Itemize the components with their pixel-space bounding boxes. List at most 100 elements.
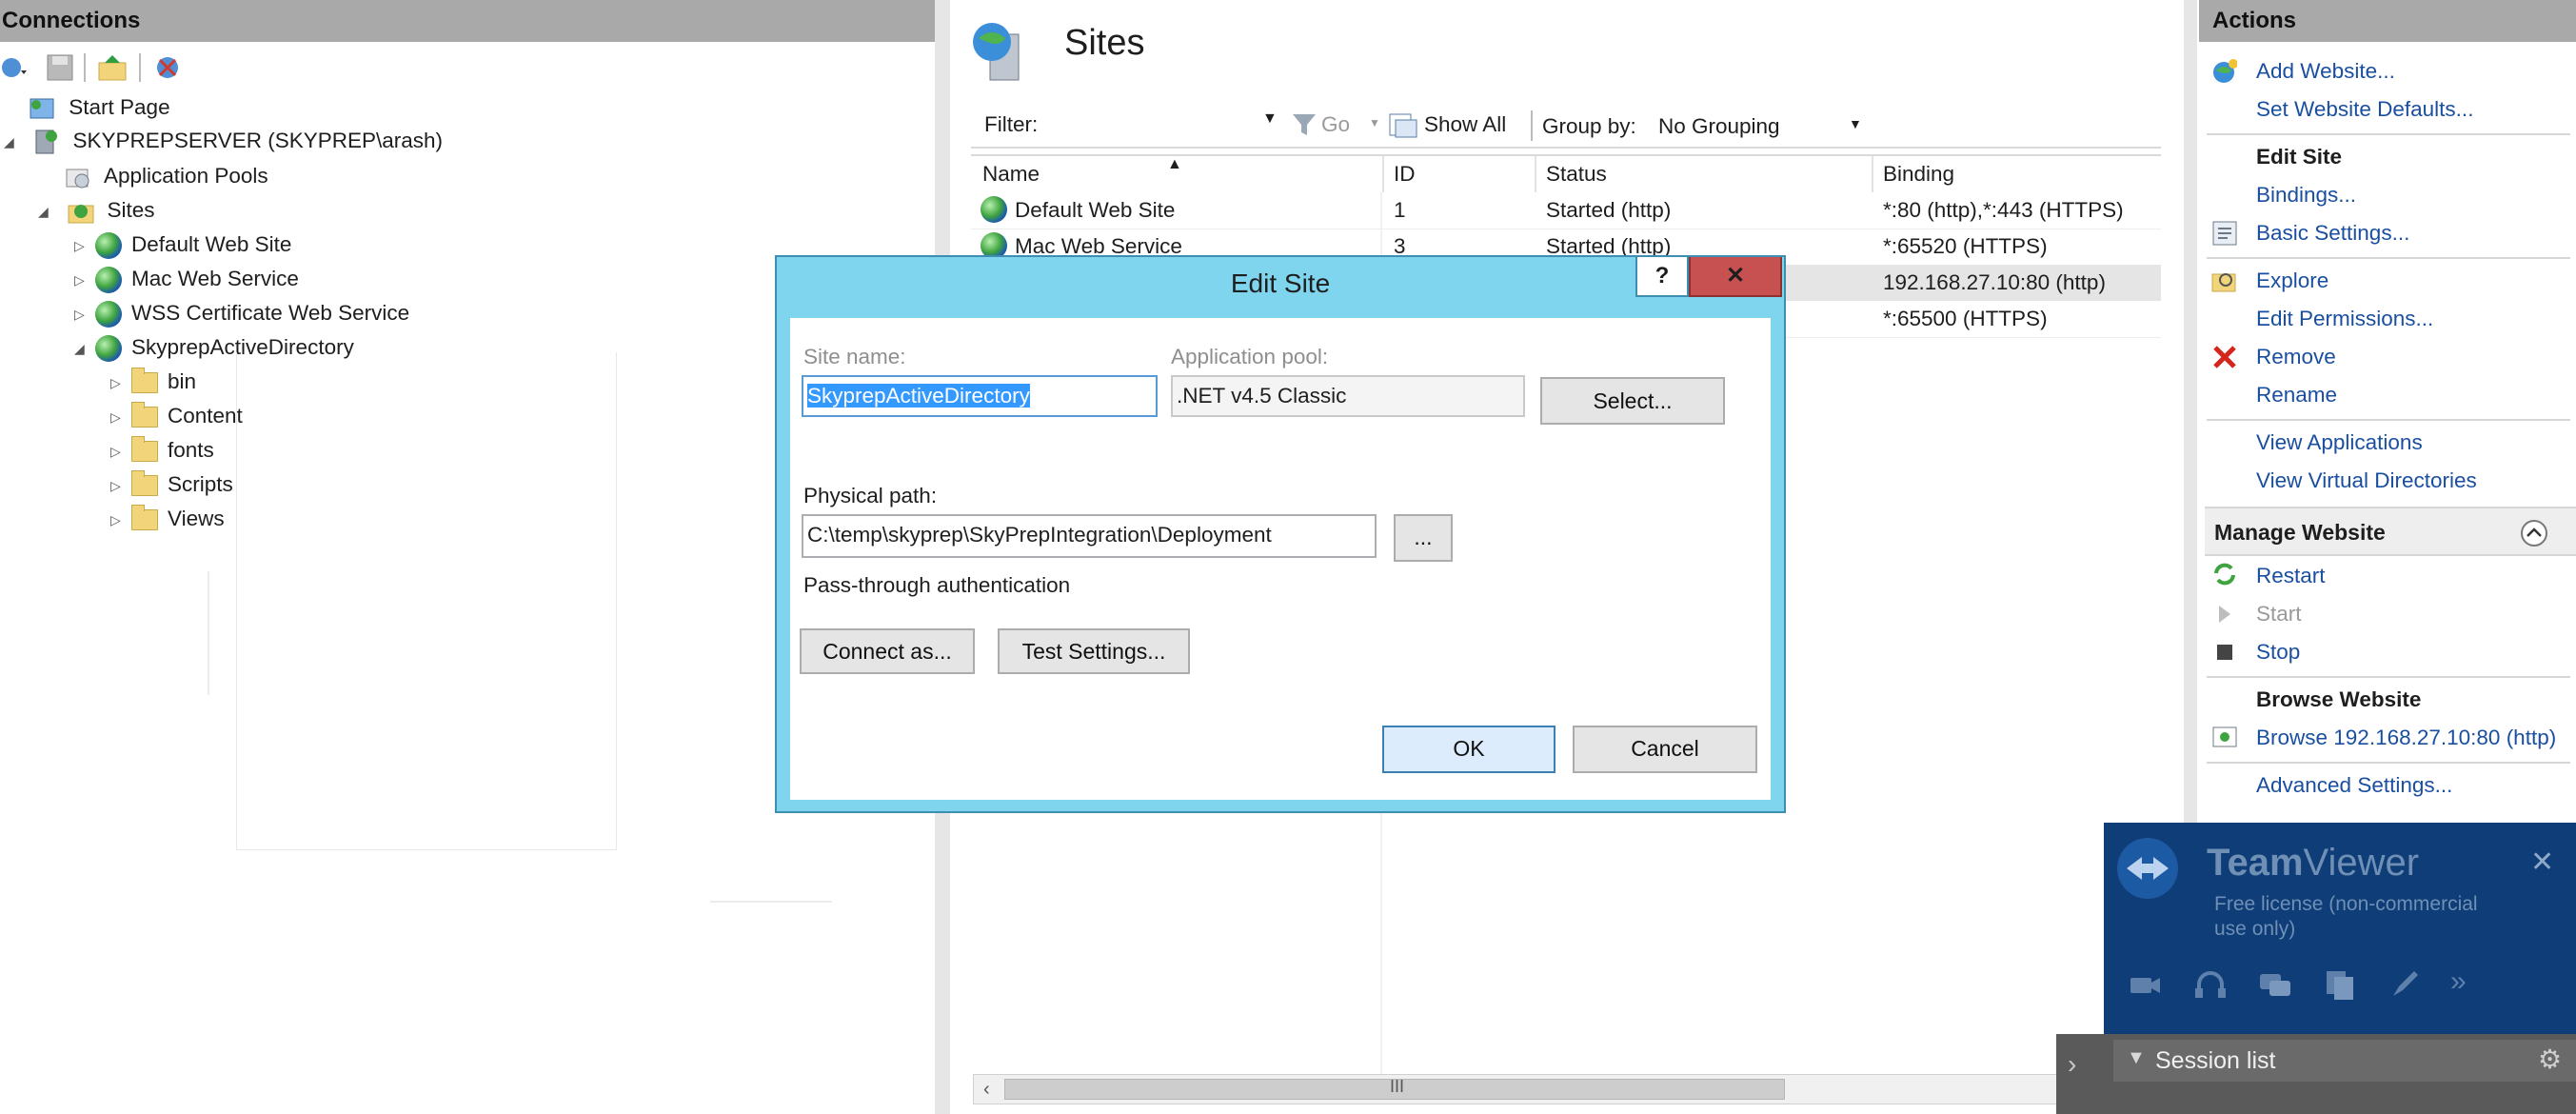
artifact-frame: [236, 352, 617, 850]
expand-arrow-icon[interactable]: ▷: [110, 367, 124, 399]
tree-site-label: Mac Web Service: [131, 267, 299, 290]
action-basic-settings[interactable]: Basic Settings...: [2256, 217, 2409, 249]
session-settings-icon[interactable]: ⚙: [2538, 1044, 2562, 1075]
up-level-icon[interactable]: [97, 53, 128, 82]
manage-website-header[interactable]: Manage Website: [2205, 507, 2576, 556]
disconnect-icon[interactable]: [152, 53, 183, 82]
browse-path-button[interactable]: ...: [1394, 514, 1453, 562]
audio-icon[interactable]: [2193, 969, 2228, 1002]
row-binding: *:65500 (HTTPS): [1883, 307, 2048, 330]
dialog-help-label: ?: [1655, 263, 1670, 288]
folder-icon: [131, 470, 158, 497]
tree-site-mac[interactable]: ▷ Mac Web Service: [74, 263, 299, 295]
go-label[interactable]: Go: [1321, 112, 1350, 137]
tree-site-default[interactable]: ▷ Default Web Site: [74, 229, 291, 261]
tree-server[interactable]: ◢ SKYPREPSERVER (SKYPREP\arash): [4, 125, 443, 157]
select-app-pool-button[interactable]: Select...: [1540, 377, 1725, 425]
action-explore[interactable]: Explore: [2256, 265, 2328, 297]
ok-button[interactable]: OK: [1382, 726, 1556, 773]
action-restart[interactable]: Restart: [2256, 560, 2326, 592]
test-settings-button[interactable]: Test Settings...: [998, 628, 1190, 674]
expand-session-icon[interactable]: ›: [2068, 1049, 2076, 1080]
globe-icon: [95, 335, 122, 363]
action-bindings[interactable]: Bindings...: [2256, 179, 2356, 211]
go-dropdown-arrow-icon[interactable]: ▼: [1369, 116, 1380, 129]
col-header-binding[interactable]: Binding: [1883, 162, 1954, 187]
go-filter-icon[interactable]: [1291, 112, 1318, 137]
action-add-website[interactable]: Add Website...: [2256, 55, 2395, 88]
tree-folder-bin[interactable]: ▷ bin: [110, 366, 196, 398]
collapse-arrow-icon[interactable]: ◢: [38, 195, 51, 228]
artifact-line: [710, 901, 832, 903]
action-view-applications[interactable]: View Applications: [2256, 427, 2423, 459]
tree-site-wss[interactable]: ▷ WSS Certificate Web Service: [74, 297, 409, 329]
dialog-close-button[interactable]: ✕: [1689, 257, 1782, 297]
browse-website-heading: Browse Website: [2256, 687, 2422, 711]
connect-as-button[interactable]: Connect as...: [800, 628, 975, 674]
expand-arrow-icon[interactable]: ▷: [74, 229, 88, 262]
action-set-defaults[interactable]: Set Website Defaults...: [2256, 93, 2473, 126]
session-collapse-arrow-icon[interactable]: ▼: [2127, 1047, 2146, 1069]
more-icon[interactable]: »: [2450, 965, 2467, 998]
tree-folder-content[interactable]: ▷ Content: [110, 400, 243, 432]
save-icon[interactable]: [46, 53, 74, 82]
tree-folder-fonts[interactable]: ▷ fonts: [110, 434, 214, 467]
expand-arrow-icon[interactable]: ▷: [74, 264, 88, 296]
session-list-bar[interactable]: › ▼ Session list ⚙: [2056, 1034, 2576, 1114]
tree-start-page[interactable]: Start Page: [27, 91, 170, 124]
col-header-status[interactable]: Status: [1546, 162, 1607, 187]
files-icon[interactable]: [2323, 969, 2357, 1002]
expand-arrow-icon[interactable]: ▷: [110, 435, 124, 467]
show-all-icon[interactable]: [1388, 110, 1418, 139]
physical-path-field[interactable]: C:\temp\skyprep\SkyPrepIntegration\Deplo…: [802, 514, 1377, 558]
col-header-id[interactable]: ID: [1394, 162, 1416, 187]
tree-app-pools[interactable]: Application Pools: [63, 160, 268, 192]
chat-icon[interactable]: [2258, 971, 2292, 1000]
teamviewer-close-button[interactable]: ✕: [2530, 845, 2554, 879]
tree-folder-label: bin: [168, 369, 197, 393]
expand-arrow-icon[interactable]: ▷: [110, 401, 124, 433]
expand-arrow-icon[interactable]: ▷: [110, 504, 124, 536]
teamviewer-logo-icon: [2117, 838, 2178, 899]
group-by-select[interactable]: No Grouping: [1658, 114, 1780, 139]
action-stop[interactable]: Stop: [2256, 636, 2300, 668]
globe-icon: [95, 232, 122, 260]
expand-arrow-icon[interactable]: ▷: [74, 298, 88, 330]
row-binding: *:80 (http),*:443 (HTTPS): [1883, 198, 2124, 222]
action-view-virtual-dirs[interactable]: View Virtual Directories: [2256, 465, 2477, 497]
dialog-help-button[interactable]: ?: [1635, 257, 1689, 297]
table-row[interactable]: Default Web Site 1 Started (http) *:80 (…: [971, 192, 2161, 229]
globe-icon: [95, 267, 122, 294]
collapse-arrow-icon[interactable]: ◢: [4, 126, 17, 158]
col-header-name[interactable]: Name: [982, 162, 1040, 187]
action-edit-permissions[interactable]: Edit Permissions...: [2256, 303, 2433, 335]
action-advanced-settings[interactable]: Advanced Settings...: [2256, 769, 2452, 802]
show-all-label[interactable]: Show All: [1424, 112, 1506, 137]
connect-icon[interactable]: [0, 53, 32, 82]
tree-folder-views[interactable]: ▷ Views: [110, 503, 225, 535]
filter-dropdown-arrow-icon[interactable]: ▼: [1262, 110, 1278, 128]
cancel-button[interactable]: Cancel: [1573, 726, 1757, 773]
tree-sites[interactable]: ◢ Sites: [38, 194, 155, 227]
edit-site-heading: Edit Site: [2256, 145, 2343, 169]
scrollbar-thumb[interactable]: III: [1004, 1077, 1785, 1100]
sites-icon: [68, 205, 94, 224]
site-name-label: Site name:: [803, 345, 906, 368]
scroll-left-icon[interactable]: ‹: [983, 1079, 990, 1101]
expand-arrow-icon[interactable]: ▷: [110, 469, 124, 502]
horizontal-scrollbar[interactable]: ‹ III: [973, 1074, 2163, 1104]
site-name-field[interactable]: SkyprepActiveDirectory: [802, 375, 1158, 417]
tree-folder-scripts[interactable]: ▷ Scripts: [110, 468, 233, 501]
session-list-header[interactable]: ▼ Session list ⚙: [2113, 1040, 2576, 1082]
action-remove[interactable]: Remove: [2256, 341, 2336, 373]
action-rename[interactable]: Rename: [2256, 379, 2337, 411]
sort-ascending-icon: ▲: [1167, 156, 1182, 172]
action-browse[interactable]: Browse 192.168.27.10:80 (http): [2256, 722, 2556, 754]
scrollbar-grip: III: [1390, 1077, 1405, 1096]
group-by-arrow-icon[interactable]: ▼: [1849, 116, 1862, 131]
video-icon[interactable]: [2129, 971, 2163, 1000]
collapse-section-icon[interactable]: [2519, 518, 2549, 548]
collapse-arrow-icon[interactable]: ◢: [74, 332, 88, 365]
whiteboard-icon[interactable]: [2388, 969, 2422, 1002]
select-button-label: Select...: [1593, 388, 1673, 413]
